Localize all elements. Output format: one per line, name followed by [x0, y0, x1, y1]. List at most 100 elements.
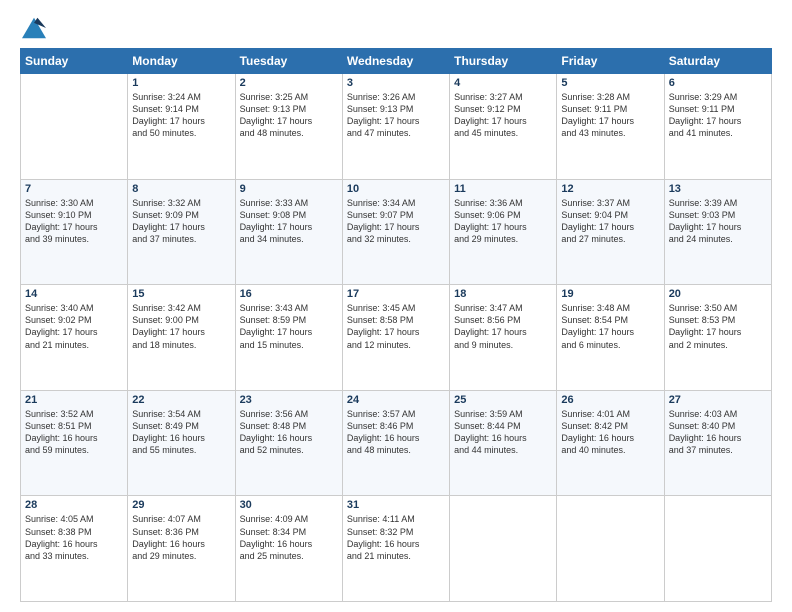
- header: [20, 16, 772, 40]
- calendar-cell: 25 Sunrise: 3:59 AM Sunset: 8:44 PM Dayli…: [450, 390, 557, 496]
- logo: [20, 16, 52, 40]
- calendar-cell: [557, 496, 664, 602]
- calendar-header-friday: Friday: [557, 49, 664, 74]
- calendar-cell: 9 Sunrise: 3:33 AM Sunset: 9:08 PM Daylig…: [235, 179, 342, 285]
- day-number: 5: [561, 77, 659, 89]
- calendar-cell: 10Sunrise: 3:34 AM Sunset: 9:07 PM Dayli…: [342, 179, 449, 285]
- calendar-cell: 4 Sunrise: 3:27 AM Sunset: 9:12 PM Daylig…: [450, 74, 557, 180]
- calendar-table: SundayMondayTuesdayWednesdayThursdayFrid…: [20, 48, 772, 602]
- cell-content: Sunrise: 4:07 AM Sunset: 8:36 PM Dayligh…: [132, 513, 230, 562]
- calendar-cell: 18 Sunrise: 3:47 AM Sunset: 8:56 PM Dayli…: [450, 285, 557, 391]
- day-number: 27: [669, 394, 767, 406]
- cell-content: Sunrise: 3:29 AM Sunset: 9:11 PM Dayligh…: [669, 91, 767, 140]
- cell-content: Sunrise: 3:48 AM Sunset: 8:54 PM Dayligh…: [561, 302, 659, 351]
- calendar-cell: 28 Sunrise: 4:05 AM Sunset: 8:38 PM Dayli…: [21, 496, 128, 602]
- calendar-cell: 5 Sunrise: 3:28 AM Sunset: 9:11 PM Daylig…: [557, 74, 664, 180]
- day-number: 23: [240, 394, 338, 406]
- calendar-week-4: 21Sunrise: 3:52 AM Sunset: 8:51 PM Dayli…: [21, 390, 772, 496]
- calendar-week-2: 7Sunrise: 3:30 AM Sunset: 9:10 PM Daylig…: [21, 179, 772, 285]
- cell-content: Sunrise: 3:52 AM Sunset: 8:51 PM Dayligh…: [25, 408, 123, 457]
- day-number: 3: [347, 77, 445, 89]
- cell-content: Sunrise: 4:03 AM Sunset: 8:40 PM Dayligh…: [669, 408, 767, 457]
- day-number: 12: [561, 183, 659, 195]
- cell-content: Sunrise: 3:24 AM Sunset: 9:14 PM Dayligh…: [132, 91, 230, 140]
- cell-content: Sunrise: 3:39 AM Sunset: 9:03 PM Dayligh…: [669, 197, 767, 246]
- cell-content: Sunrise: 3:36 AM Sunset: 9:06 PM Dayligh…: [454, 197, 552, 246]
- calendar-week-1: 1 Sunrise: 3:24 AM Sunset: 9:14 PM Daylig…: [21, 74, 772, 180]
- page: SundayMondayTuesdayWednesdayThursdayFrid…: [0, 0, 792, 612]
- cell-content: Sunrise: 4:09 AM Sunset: 8:34 PM Dayligh…: [240, 513, 338, 562]
- day-number: 4: [454, 77, 552, 89]
- cell-content: Sunrise: 3:47 AM Sunset: 8:56 PM Dayligh…: [454, 302, 552, 351]
- calendar-cell: 17 Sunrise: 3:45 AM Sunset: 8:58 PM Dayli…: [342, 285, 449, 391]
- calendar-cell: 2Sunrise: 3:25 AM Sunset: 9:13 PM Daylig…: [235, 74, 342, 180]
- day-number: 25: [454, 394, 552, 406]
- calendar-cell: 1 Sunrise: 3:24 AM Sunset: 9:14 PM Daylig…: [128, 74, 235, 180]
- day-number: 14: [25, 288, 123, 300]
- day-number: 10: [347, 183, 445, 195]
- cell-content: Sunrise: 3:43 AM Sunset: 8:59 PM Dayligh…: [240, 302, 338, 351]
- calendar-cell: 12 Sunrise: 3:37 AM Sunset: 9:04 PM Dayli…: [557, 179, 664, 285]
- calendar-cell: [664, 496, 771, 602]
- calendar-cell: [21, 74, 128, 180]
- cell-content: Sunrise: 4:11 AM Sunset: 8:32 PM Dayligh…: [347, 513, 445, 562]
- day-number: 19: [561, 288, 659, 300]
- day-number: 9: [240, 183, 338, 195]
- day-number: 18: [454, 288, 552, 300]
- calendar-cell: 6 Sunrise: 3:29 AM Sunset: 9:11 PM Daylig…: [664, 74, 771, 180]
- cell-content: Sunrise: 3:27 AM Sunset: 9:12 PM Dayligh…: [454, 91, 552, 140]
- cell-content: Sunrise: 3:50 AM Sunset: 8:53 PM Dayligh…: [669, 302, 767, 351]
- calendar-cell: 31 Sunrise: 4:11 AM Sunset: 8:32 PM Dayli…: [342, 496, 449, 602]
- day-number: 22: [132, 394, 230, 406]
- cell-content: Sunrise: 3:54 AM Sunset: 8:49 PM Dayligh…: [132, 408, 230, 457]
- calendar-cell: 16Sunrise: 3:43 AM Sunset: 8:59 PM Dayli…: [235, 285, 342, 391]
- calendar-cell: 7Sunrise: 3:30 AM Sunset: 9:10 PM Daylig…: [21, 179, 128, 285]
- calendar-cell: 22 Sunrise: 3:54 AM Sunset: 8:49 PM Dayli…: [128, 390, 235, 496]
- cell-content: Sunrise: 3:30 AM Sunset: 9:10 PM Dayligh…: [25, 197, 123, 246]
- day-number: 11: [454, 183, 552, 195]
- calendar-cell: 15 Sunrise: 3:42 AM Sunset: 9:00 PM Dayli…: [128, 285, 235, 391]
- calendar-cell: 23Sunrise: 3:56 AM Sunset: 8:48 PM Dayli…: [235, 390, 342, 496]
- calendar-cell: 29 Sunrise: 4:07 AM Sunset: 8:36 PM Dayli…: [128, 496, 235, 602]
- calendar-cell: 30 Sunrise: 4:09 AM Sunset: 8:34 PM Dayli…: [235, 496, 342, 602]
- day-number: 15: [132, 288, 230, 300]
- day-number: 26: [561, 394, 659, 406]
- day-number: 29: [132, 499, 230, 511]
- calendar-header-tuesday: Tuesday: [235, 49, 342, 74]
- day-number: 6: [669, 77, 767, 89]
- calendar-cell: 26Sunrise: 4:01 AM Sunset: 8:42 PM Dayli…: [557, 390, 664, 496]
- day-number: 28: [25, 499, 123, 511]
- calendar-cell: 19 Sunrise: 3:48 AM Sunset: 8:54 PM Dayli…: [557, 285, 664, 391]
- day-number: 31: [347, 499, 445, 511]
- calendar-header-saturday: Saturday: [664, 49, 771, 74]
- calendar-cell: 27 Sunrise: 4:03 AM Sunset: 8:40 PM Dayli…: [664, 390, 771, 496]
- calendar-cell: [450, 496, 557, 602]
- calendar-cell: 3 Sunrise: 3:26 AM Sunset: 9:13 PM Daylig…: [342, 74, 449, 180]
- day-number: 24: [347, 394, 445, 406]
- calendar-cell: 14Sunrise: 3:40 AM Sunset: 9:02 PM Dayli…: [21, 285, 128, 391]
- calendar-cell: 11 Sunrise: 3:36 AM Sunset: 9:06 PM Dayli…: [450, 179, 557, 285]
- logo-icon: [20, 16, 48, 40]
- cell-content: Sunrise: 3:26 AM Sunset: 9:13 PM Dayligh…: [347, 91, 445, 140]
- calendar-week-5: 28 Sunrise: 4:05 AM Sunset: 8:38 PM Dayli…: [21, 496, 772, 602]
- calendar-cell: 8Sunrise: 3:32 AM Sunset: 9:09 PM Daylig…: [128, 179, 235, 285]
- cell-content: Sunrise: 3:28 AM Sunset: 9:11 PM Dayligh…: [561, 91, 659, 140]
- cell-content: Sunrise: 3:59 AM Sunset: 8:44 PM Dayligh…: [454, 408, 552, 457]
- calendar-week-3: 14Sunrise: 3:40 AM Sunset: 9:02 PM Dayli…: [21, 285, 772, 391]
- day-number: 8: [132, 183, 230, 195]
- calendar-cell: 21Sunrise: 3:52 AM Sunset: 8:51 PM Dayli…: [21, 390, 128, 496]
- cell-content: Sunrise: 3:33 AM Sunset: 9:08 PM Dayligh…: [240, 197, 338, 246]
- calendar-header-sunday: Sunday: [21, 49, 128, 74]
- calendar-cell: 13Sunrise: 3:39 AM Sunset: 9:03 PM Dayli…: [664, 179, 771, 285]
- day-number: 2: [240, 77, 338, 89]
- cell-content: Sunrise: 3:42 AM Sunset: 9:00 PM Dayligh…: [132, 302, 230, 351]
- cell-content: Sunrise: 3:37 AM Sunset: 9:04 PM Dayligh…: [561, 197, 659, 246]
- day-number: 17: [347, 288, 445, 300]
- cell-content: Sunrise: 4:05 AM Sunset: 8:38 PM Dayligh…: [25, 513, 123, 562]
- day-number: 30: [240, 499, 338, 511]
- calendar-cell: 24Sunrise: 3:57 AM Sunset: 8:46 PM Dayli…: [342, 390, 449, 496]
- cell-content: Sunrise: 3:45 AM Sunset: 8:58 PM Dayligh…: [347, 302, 445, 351]
- calendar-header-row: SundayMondayTuesdayWednesdayThursdayFrid…: [21, 49, 772, 74]
- calendar-cell: 20Sunrise: 3:50 AM Sunset: 8:53 PM Dayli…: [664, 285, 771, 391]
- day-number: 1: [132, 77, 230, 89]
